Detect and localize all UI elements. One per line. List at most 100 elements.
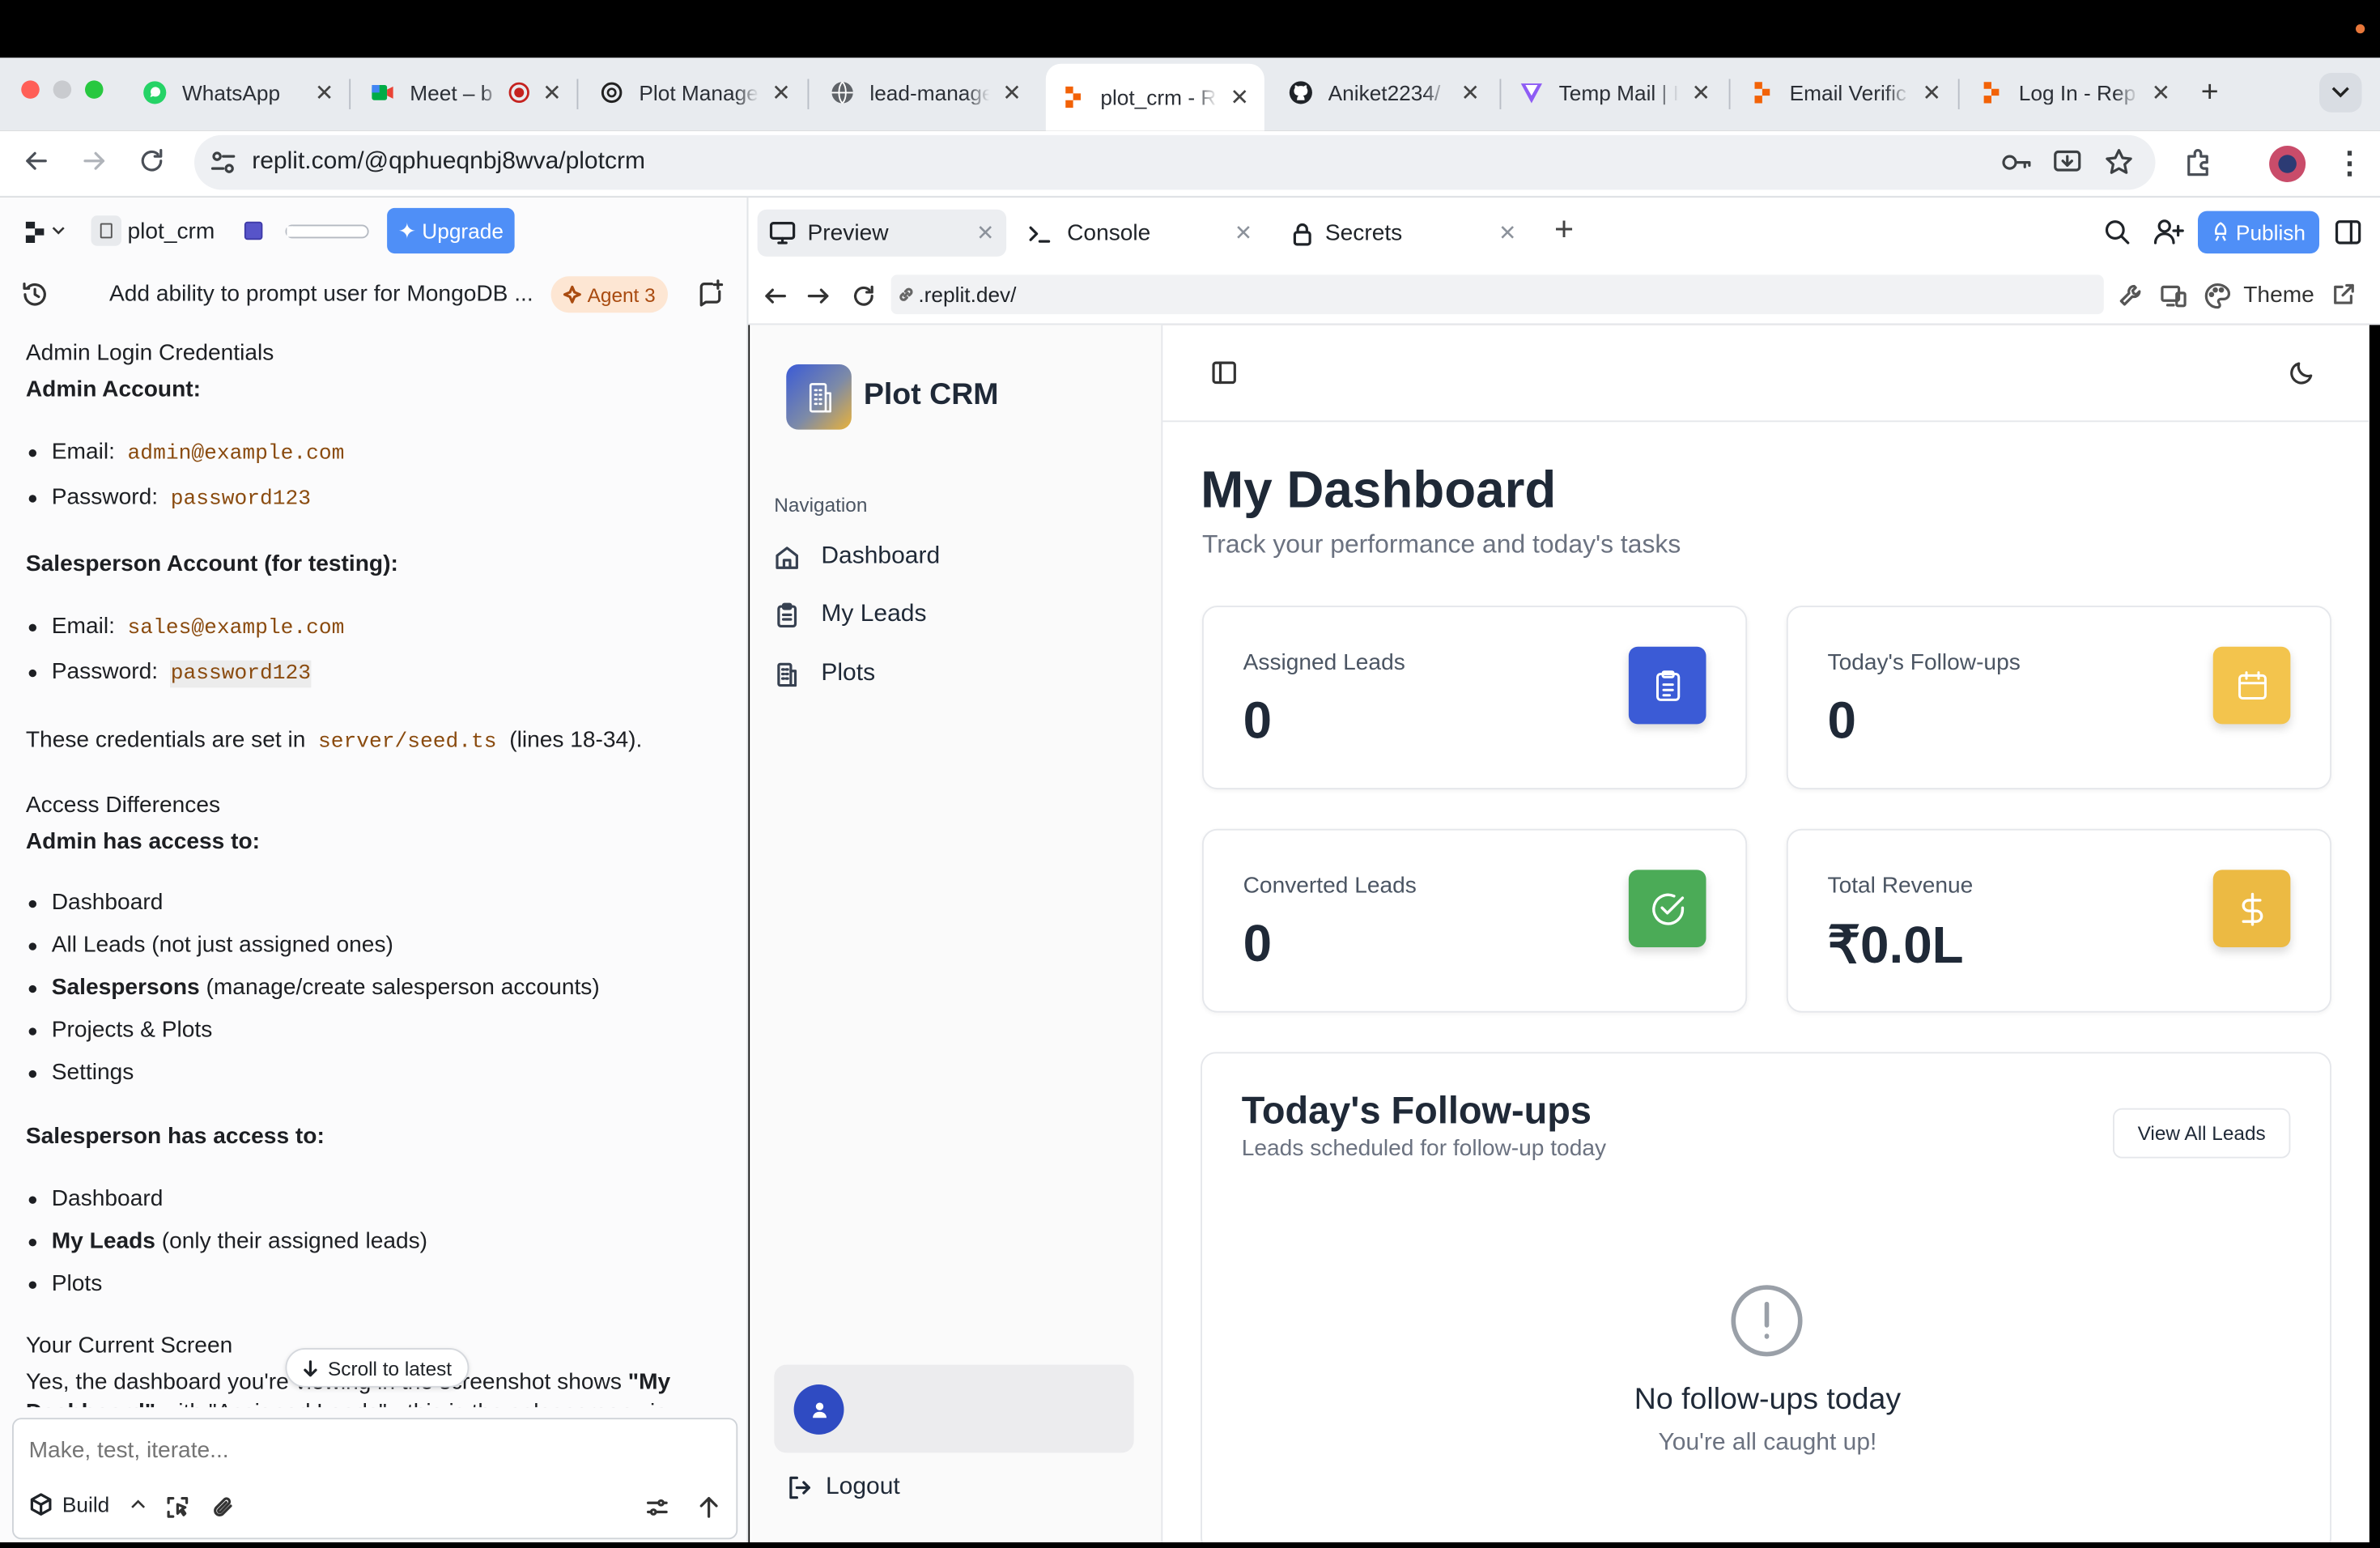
- window-maximize-button[interactable]: [85, 80, 104, 99]
- project-name[interactable]: plot_crm: [128, 219, 215, 245]
- palette-icon[interactable]: [2204, 283, 2232, 310]
- close-icon[interactable]: ✕: [771, 79, 791, 105]
- close-icon[interactable]: ✕: [2152, 79, 2171, 105]
- select-element-icon[interactable]: [165, 1495, 189, 1520]
- logout-button[interactable]: Logout: [786, 1469, 900, 1506]
- history-icon[interactable]: [21, 281, 49, 308]
- agent-prompt-input[interactable]: [28, 1431, 712, 1469]
- browser-tab-temp-mail[interactable]: Temp Mail | I ✕: [1504, 64, 1726, 120]
- credentials-note: These credentials are set in server/seed…: [26, 725, 642, 757]
- agent-thread-title[interactable]: Add ability to prompt user for MongoDB .…: [109, 281, 533, 307]
- back-arrow-icon[interactable]: [763, 284, 788, 308]
- sidebar-item-dashboard[interactable]: Dashboard: [774, 534, 1138, 580]
- tab-title: lead-manage: [869, 79, 991, 104]
- open-new-tab-icon[interactable]: [2331, 283, 2356, 307]
- sidebar-item-plots[interactable]: Plots: [774, 651, 1138, 696]
- building-icon: [809, 382, 831, 412]
- close-icon[interactable]: ✕: [1002, 79, 1022, 105]
- browser-menu-button[interactable]: ⋮: [2335, 144, 2365, 182]
- replit-icon: [1983, 81, 2000, 103]
- reload-icon[interactable]: [852, 284, 876, 308]
- tab-title: Log In - Rep: [2018, 79, 2136, 104]
- replit-logo-icon[interactable]: [24, 221, 45, 243]
- tab-console[interactable]: Console ✕: [1015, 210, 1264, 257]
- forward-arrow-icon[interactable]: [79, 146, 110, 176]
- close-icon[interactable]: ✕: [976, 220, 994, 246]
- check-circle-icon: [1651, 892, 1684, 925]
- close-icon[interactable]: ✕: [1461, 79, 1481, 105]
- close-icon[interactable]: ✕: [1923, 79, 1942, 105]
- browser-tab-log-in[interactable]: Log In - Rep ✕: [1964, 64, 2186, 120]
- split-pane-icon[interactable]: [2335, 219, 2362, 246]
- tab-title: plot_crm - R: [1100, 85, 1217, 109]
- chevron-down-icon[interactable]: [52, 226, 66, 235]
- publish-button[interactable]: Publish: [2198, 211, 2319, 254]
- moon-icon[interactable]: [2289, 359, 2315, 385]
- devtools-wrench-icon[interactable]: [2118, 283, 2145, 310]
- tab-secrets[interactable]: Secrets ✕: [1280, 210, 1529, 257]
- new-chat-icon[interactable]: [699, 279, 726, 307]
- replit-icon: [1065, 86, 1081, 108]
- browser-tab-plot-manage[interactable]: Plot Manage ✕: [584, 64, 806, 120]
- site-settings-icon[interactable]: [210, 149, 237, 176]
- browser-tab-github[interactable]: Aniket2234/ ✕: [1273, 64, 1495, 120]
- close-icon[interactable]: ✕: [315, 79, 334, 105]
- build-mode-selector[interactable]: Build: [29, 1492, 147, 1516]
- close-icon[interactable]: ✕: [542, 79, 562, 105]
- openai-icon: [601, 81, 623, 103]
- browser-tab-email-verific[interactable]: Email Verific ✕: [1735, 64, 1957, 120]
- user-profile-card[interactable]: [774, 1364, 1134, 1453]
- forward-arrow-icon[interactable]: [806, 284, 831, 308]
- empty-state-title: No follow-ups today: [1634, 1383, 1902, 1417]
- extensions-icon[interactable]: [2182, 146, 2216, 179]
- agent-badge[interactable]: Agent 3: [550, 276, 668, 313]
- search-icon[interactable]: [2104, 219, 2131, 246]
- view-all-leads-button[interactable]: View All Leads: [2113, 1108, 2291, 1159]
- app-sidebar: Plot CRM Navigation Dashboard My Leads P…: [750, 325, 1163, 1542]
- note-text: These credentials are set in: [25, 727, 306, 753]
- close-icon[interactable]: ✕: [1235, 220, 1252, 246]
- upgrade-button[interactable]: ✦ Upgrade: [387, 207, 515, 254]
- agent-panel: plot_crm ✦ Upgrade Add ability to prompt …: [0, 197, 749, 1542]
- followups-title: Today's Follow-ups: [1241, 1090, 1592, 1133]
- browser-tab-lead-manage[interactable]: lead-manage ✕: [815, 64, 1037, 120]
- close-icon[interactable]: ✕: [1230, 83, 1250, 111]
- scroll-to-latest-button[interactable]: Scroll to latest: [285, 1348, 469, 1388]
- new-tab-button[interactable]: +: [2201, 76, 2219, 111]
- profile-avatar[interactable]: [2269, 146, 2306, 182]
- back-arrow-icon[interactable]: [21, 146, 52, 176]
- close-icon[interactable]: ✕: [1498, 220, 1516, 246]
- agent-badge-label: Agent 3: [587, 283, 656, 306]
- sidebar-toggle-icon[interactable]: [1211, 359, 1237, 385]
- browser-tab-plot-crm[interactable]: plot_crm - R ✕: [1045, 63, 1264, 131]
- list-item: Projects & Plots: [26, 1015, 725, 1058]
- responsive-devices-icon[interactable]: [2160, 283, 2187, 310]
- reload-icon[interactable]: [137, 146, 168, 176]
- window-minimize-button[interactable]: [53, 80, 72, 99]
- url-bar[interactable]: replit.com/@qphueqnbj8wva/plotcrm: [194, 134, 2156, 190]
- browser-tab-meet[interactable]: Meet – b ✕: [355, 64, 577, 120]
- paperclip-icon[interactable]: [211, 1495, 236, 1520]
- tab-search-button[interactable]: [2319, 73, 2362, 113]
- invite-user-icon[interactable]: [2153, 219, 2185, 246]
- add-tab-button[interactable]: +: [1554, 212, 1574, 246]
- install-app-icon[interactable]: [2052, 147, 2083, 178]
- sidebar-item-my-leads[interactable]: My Leads: [774, 592, 1138, 637]
- preview-url-bar[interactable]: .replit.dev/: [890, 274, 2104, 315]
- status-dot: [2356, 24, 2365, 34]
- window-close-button[interactable]: [21, 80, 40, 99]
- send-arrow-icon[interactable]: [697, 1495, 721, 1520]
- bookmark-star-icon[interactable]: [2104, 147, 2135, 178]
- stat-card-total-revenue: Total Revenue ₹0.0L: [1786, 828, 2331, 1013]
- calendar-icon: [2238, 670, 2266, 700]
- close-icon[interactable]: ✕: [1692, 79, 1711, 105]
- screen-text-part: with "Assigned Leads" - this is the sale…: [162, 1400, 684, 1407]
- theme-button[interactable]: Theme: [2243, 283, 2314, 308]
- password-key-icon[interactable]: [2000, 151, 2031, 175]
- browser-tab-whatsapp[interactable]: WhatsApp ✕: [128, 64, 350, 120]
- upgrade-label: Upgrade: [422, 219, 504, 243]
- tab-preview[interactable]: Preview ✕: [757, 209, 1007, 257]
- settings-sliders-icon[interactable]: [645, 1495, 669, 1520]
- home-icon: [776, 546, 798, 568]
- tab-label: Secrets: [1324, 219, 1403, 246]
